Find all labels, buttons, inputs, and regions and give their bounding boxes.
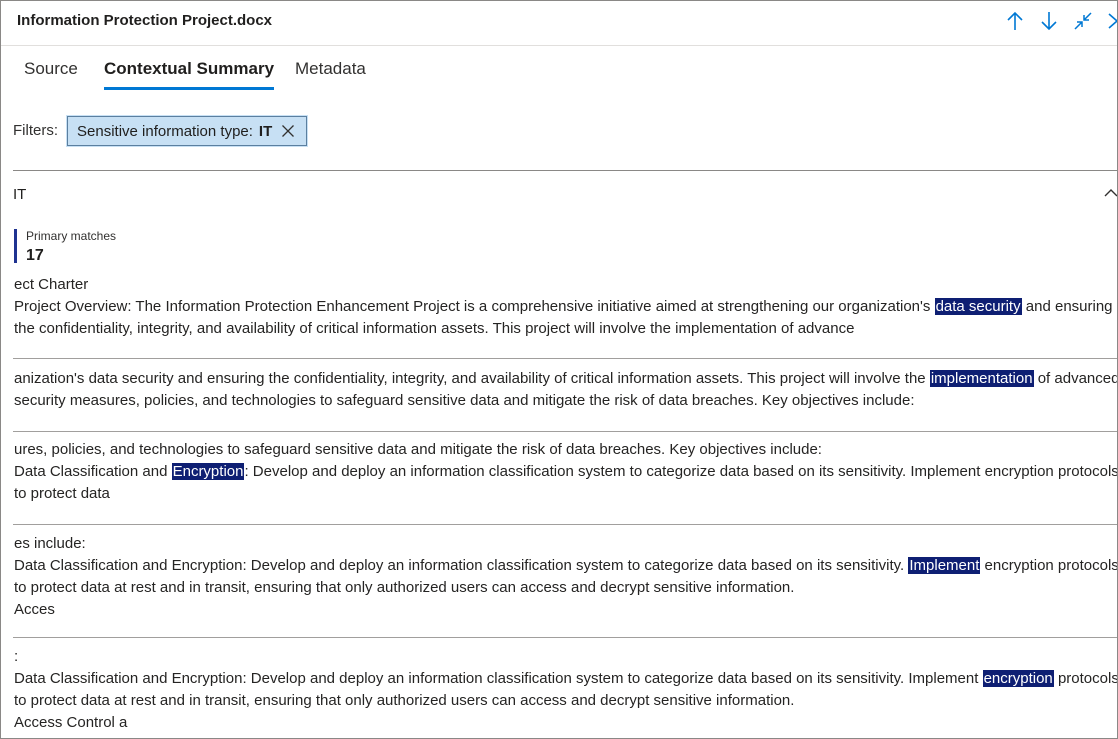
snippet-5: : Data Classification and Encryption: Dev…	[14, 646, 1117, 734]
snippet-text: protocols	[1053, 670, 1118, 687]
collapse-section-button[interactable]	[1101, 184, 1117, 202]
snippet-line: Data Classification and Encryption: Deve…	[14, 555, 1117, 577]
filter-chip-label: Sensitive information type:	[77, 122, 253, 140]
snippet-text: security measures, policies, and technol…	[14, 392, 915, 409]
primary-matches-stat: Primary matches 17	[14, 229, 117, 264]
snippet-text: the confidentiality, integrity, and avai…	[14, 320, 855, 337]
close-icon	[1103, 11, 1117, 31]
snippet-divider	[13, 524, 1117, 525]
snippet-line: ures, policies, and technologies to safe…	[14, 439, 1117, 461]
snippet-text: Data Classification and	[14, 463, 172, 480]
snippet-text: :	[14, 648, 19, 665]
snippet-1: ect Charter Project Overview: The Informa…	[14, 274, 1117, 340]
primary-matches-count: 17	[26, 247, 44, 264]
snippet-text: es include:	[14, 535, 86, 552]
collapse-panel-button[interactable]	[1069, 7, 1097, 35]
snippet-line: security measures, policies, and technol…	[14, 390, 1117, 412]
snippet-line: to protect data at rest and in transit, …	[14, 690, 1117, 712]
snippet-line: :	[14, 646, 1117, 668]
snippet-text: to protect data at rest and in transit, …	[14, 579, 795, 596]
snippet-line: Data Classification and Encryption: Deve…	[14, 461, 1117, 483]
snippet-line: Data Classification and Encryption: Deve…	[14, 668, 1117, 690]
next-item-button[interactable]	[1035, 7, 1063, 35]
section-title: IT	[13, 186, 27, 203]
close-panel-button[interactable]	[1101, 7, 1117, 35]
snippet-text: encryption protocols	[980, 557, 1118, 574]
filters-divider	[13, 170, 1117, 171]
previous-item-button[interactable]	[1001, 7, 1029, 35]
snippet-text: Data Classification and Encryption: Deve…	[14, 670, 983, 687]
match-highlight: encryption	[982, 670, 1054, 687]
snippet-divider	[13, 358, 1117, 359]
preview-panel: Information Protection Project.docx Sour…	[0, 0, 1118, 739]
snippet-text: to protect data at rest and in transit, …	[14, 692, 795, 709]
filter-chip-sensitive-info-type[interactable]: Sensitive information type: IT	[66, 115, 308, 147]
tab-metadata[interactable]: Metadata	[295, 59, 366, 87]
snippet-line: ect Charter	[14, 274, 1117, 296]
snippet-line: to protect data at rest and in transit, …	[14, 577, 1117, 599]
chevron-up-icon	[1101, 189, 1117, 206]
match-highlight: Encryption	[171, 463, 245, 480]
snippet-text: anization's data security and ensuring t…	[14, 370, 930, 387]
snippet-text: : Develop and deploy an information clas…	[244, 463, 1118, 480]
snippet-3: ures, policies, and technologies to safe…	[14, 439, 1117, 505]
snippet-2: anization's data security and ensuring t…	[14, 368, 1117, 412]
snippet-line: to protect data	[14, 483, 1117, 505]
arrow-down-icon	[1040, 11, 1058, 31]
remove-filter-icon[interactable]	[281, 124, 295, 138]
snippet-text: to protect data	[14, 485, 110, 502]
tab-contextual-summary[interactable]: Contextual Summary	[104, 59, 275, 90]
snippet-text: Access Control a	[14, 714, 128, 731]
arrow-up-icon	[1006, 11, 1024, 31]
match-highlight: implementation	[929, 370, 1034, 387]
snippet-line: the confidentiality, integrity, and avai…	[14, 318, 1117, 340]
snippet-4: es include: Data Classification and Encry…	[14, 533, 1117, 621]
snippet-text: Data Classification and Encryption: Deve…	[14, 557, 909, 574]
snippet-line: Acces	[14, 599, 1117, 621]
preview-header: Information Protection Project.docx	[1, 1, 1117, 46]
snippet-divider	[13, 431, 1117, 432]
filters-label: Filters:	[13, 122, 58, 139]
document-title: Information Protection Project.docx	[17, 12, 273, 29]
snippet-text: ect Charter	[14, 276, 89, 293]
minimize-icon	[1073, 11, 1093, 31]
match-highlight: Implement	[908, 557, 981, 574]
snippet-divider	[13, 637, 1117, 638]
tab-source[interactable]: Source	[24, 59, 78, 87]
primary-matches-label: Primary matches	[26, 229, 117, 243]
snippet-line: Access Control a	[14, 712, 1117, 734]
snippet-text: Acces	[14, 601, 55, 618]
snippet-line: anization's data security and ensuring t…	[14, 368, 1117, 390]
snippet-text: and ensuring	[1021, 298, 1113, 315]
snippet-text: Project Overview: The Information Protec…	[14, 298, 935, 315]
snippet-line: Project Overview: The Information Protec…	[14, 296, 1117, 318]
match-highlight: data security	[934, 298, 1022, 315]
snippet-text: of advanced	[1033, 370, 1118, 387]
filter-chip-value: IT	[258, 122, 273, 140]
snippet-line: es include:	[14, 533, 1117, 555]
snippet-text: ures, policies, and technologies to safe…	[14, 441, 822, 458]
